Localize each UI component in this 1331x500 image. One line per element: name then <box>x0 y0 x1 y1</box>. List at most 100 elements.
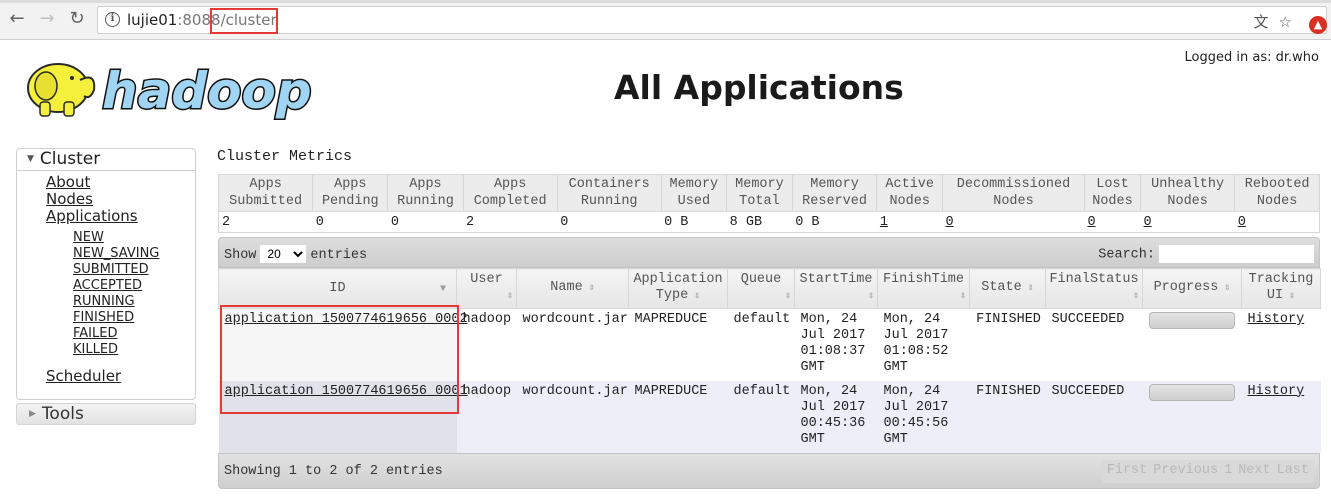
start-time-line: Jul 2017 <box>800 328 866 343</box>
sidebar-item-state-finished[interactable]: FINISHED <box>73 310 195 326</box>
sort-both-icon[interactable]: ⇕ <box>460 289 513 305</box>
column-header-text: UI <box>1266 288 1284 303</box>
column-header-text: User <box>470 272 503 287</box>
sort-both-icon[interactable]: ⇕ <box>731 289 791 305</box>
metrics-header-cell: Rebooted Nodes <box>1234 174 1320 212</box>
logo-text: hadoop <box>102 62 312 120</box>
metrics-value: 2 <box>222 214 231 230</box>
sort-both-icon[interactable]: ⇕ <box>688 291 700 302</box>
sidebar-item-applications[interactable]: Applications <box>46 208 195 225</box>
sidebar-item-state-new[interactable]: NEW <box>73 230 195 246</box>
metrics-header-text: Memory <box>669 177 719 192</box>
history-link[interactable]: History <box>1248 312 1305 327</box>
sort-both-icon[interactable]: ⇕ <box>881 289 966 305</box>
sidebar-item-state-running[interactable]: RUNNING <box>73 294 195 310</box>
column-header-text: Application <box>633 272 723 287</box>
star-icon[interactable]: ☆ <box>1279 13 1292 31</box>
column-header[interactable]: Application Type ⇕ <box>628 268 728 309</box>
sort-desc-icon[interactable]: ▼ <box>440 282 446 298</box>
metrics-header-text: Nodes <box>1092 194 1133 209</box>
sidebar-item-nodes[interactable]: Nodes <box>46 191 195 208</box>
tab-strip <box>0 0 1331 3</box>
sidebar-item-state-accepted[interactable]: ACCEPTED <box>73 278 195 294</box>
address-bar[interactable]: i lujie01:8088/cluster 文 ☆ ▲ <box>97 6 1327 34</box>
metrics-value: 0 <box>560 214 569 230</box>
column-header[interactable]: FinishTime ⇕ <box>877 268 970 309</box>
reload-icon[interactable]: ↻ <box>66 8 88 30</box>
translate-icon[interactable]: 文 <box>1254 13 1269 31</box>
entries-label: entries <box>310 248 368 263</box>
metrics-value-cell: 2 <box>217 211 313 233</box>
column-header[interactable]: Progress ⇕ <box>1142 268 1242 309</box>
metrics-header-text: Memory <box>810 177 859 192</box>
page-next-button[interactable]: Next <box>1238 463 1270 478</box>
column-header[interactable]: Tracking UI ⇕ <box>1241 268 1321 309</box>
metrics-header-text: Unhealthy <box>1151 177 1225 192</box>
metrics-value-link[interactable]: 0 <box>1144 215 1152 230</box>
sidebar-item-scheduler[interactable]: Scheduler <box>46 368 195 385</box>
sidebar-tools-header[interactable]: ▶ Tools <box>16 403 196 425</box>
search-input[interactable] <box>1159 245 1314 263</box>
column-header[interactable]: User ⇕ <box>456 268 517 309</box>
sidebar-item-state-killed[interactable]: KILLED <box>73 342 195 358</box>
finish-time-line: GMT <box>883 431 908 447</box>
cell-queue: default <box>727 380 795 453</box>
back-arrow-icon[interactable]: ← <box>6 8 28 30</box>
column-header[interactable]: FinalStatus ⇕ <box>1045 268 1143 309</box>
metrics-header-text: Decommissioned <box>956 177 1071 192</box>
page-size-select[interactable]: 20 <box>260 245 307 263</box>
application-id-link[interactable]: application_1500774619656_0002 <box>225 312 468 327</box>
metrics-value-link[interactable]: 0 <box>1087 215 1095 230</box>
history-link[interactable]: History <box>1248 384 1305 399</box>
caret-down-icon: ▼ <box>27 154 34 164</box>
table-row: application_1500774619656_0001 hadoop word… <box>218 380 1321 453</box>
sidebar-item-about[interactable]: About <box>46 174 195 191</box>
column-header[interactable]: StartTime ⇕ <box>794 268 878 309</box>
sort-both-icon[interactable]: ⇕ <box>1218 283 1230 294</box>
column-header[interactable]: Name ⇕ <box>516 268 629 309</box>
sort-both-icon[interactable]: ⇕ <box>1022 283 1034 294</box>
url-host: lujie01 <box>127 11 178 29</box>
page-first-button[interactable]: First <box>1107 463 1148 478</box>
cell-queue: default <box>727 308 795 381</box>
sort-both-icon[interactable]: ⇕ <box>798 289 874 305</box>
table-info: Showing 1 to 2 of 2 entries <box>224 463 443 479</box>
page-previous-button[interactable]: Previous <box>1153 463 1218 478</box>
forward-arrow-icon[interactable]: → <box>36 8 58 30</box>
sidebar-item-state-submitted[interactable]: SUBMITTED <box>73 262 195 278</box>
column-header[interactable]: Queue ⇕ <box>727 268 795 309</box>
info-icon[interactable]: i <box>105 12 120 27</box>
column-header[interactable]: ID ▼ <box>218 268 457 309</box>
column-header-text: Queue <box>740 272 782 287</box>
metrics-header-text: Apps <box>409 177 442 192</box>
sort-both-icon[interactable]: ⇕ <box>1283 291 1295 302</box>
metrics-value-link[interactable]: 0 <box>1238 215 1246 230</box>
metrics-value-cell: 0 <box>942 211 1085 233</box>
page-last-button[interactable]: Last <box>1277 463 1309 478</box>
caret-right-icon: ▶ <box>29 409 36 419</box>
metrics-value-cell: 8 GB <box>726 211 793 233</box>
column-header[interactable]: State ⇕ <box>969 268 1046 309</box>
hadoop-logo[interactable]: hadoop <box>18 50 330 124</box>
cell-progress <box>1142 380 1242 453</box>
metrics-header-cell: Containers Running <box>556 174 662 212</box>
sort-both-icon[interactable]: ⇕ <box>1049 289 1139 305</box>
finish-time-line: Mon, 24 <box>883 312 941 327</box>
page-number-button[interactable]: 1 <box>1224 463 1232 478</box>
column-header-text: Name <box>550 280 583 295</box>
start-time-line: Jul 2017 <box>800 399 866 415</box>
metrics-header-cell: Memory Total <box>726 174 793 212</box>
sort-both-icon[interactable]: ⇕ <box>583 283 595 294</box>
sidebar-item-state-new-saving[interactable]: NEW_SAVING <box>73 246 195 262</box>
finish-time-line: Jul 2017 <box>883 328 949 343</box>
metrics-value-cell: 0 <box>557 211 662 233</box>
cell-user-text: hadoop <box>462 383 512 399</box>
sidebar-item-state-failed[interactable]: FAILED <box>73 326 195 342</box>
application-id-link[interactable]: application_1500774619656_0001 <box>225 384 468 399</box>
metrics-value-link[interactable]: 0 <box>945 215 953 230</box>
cell-state: FINISHED <box>969 380 1046 453</box>
extension-icon[interactable]: ▲ <box>1309 16 1327 34</box>
sidebar-cluster-header[interactable]: ▼ Cluster <box>17 149 195 171</box>
metrics-value-link[interactable]: 1 <box>880 215 888 230</box>
cell-user: hadoop <box>456 308 517 381</box>
